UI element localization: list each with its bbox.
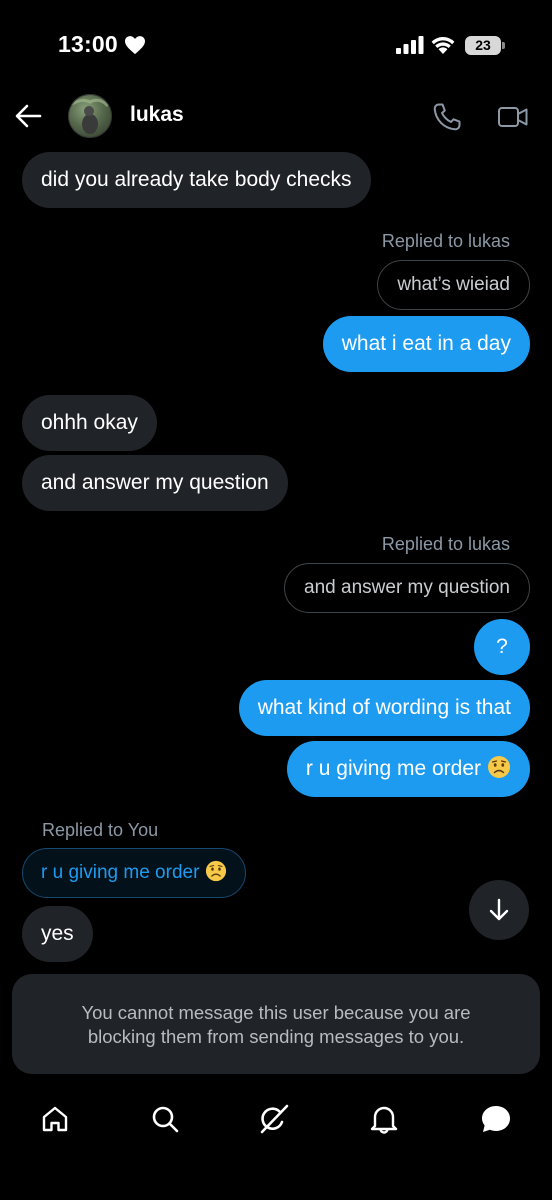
incoming-message[interactable]: did you already take body checks xyxy=(22,152,371,208)
message-thread[interactable]: did you already take body checks Replied… xyxy=(0,150,552,968)
video-call-icon[interactable] xyxy=(497,104,529,130)
worried-face-emoji xyxy=(488,756,510,779)
status-bar: 13:00 23 xyxy=(0,0,552,90)
notifications-icon[interactable] xyxy=(369,1103,399,1135)
reply-label: Replied to lukas xyxy=(381,534,510,554)
incoming-message[interactable]: ohhh okay xyxy=(22,395,157,451)
heart-icon xyxy=(125,36,145,55)
blocked-notice-line-2: blocking them from sending messages to y… xyxy=(87,1026,465,1047)
quoted-message[interactable]: what’s wieiad xyxy=(377,260,530,310)
bottom-tab-bar xyxy=(0,1090,552,1150)
outgoing-message[interactable]: what i eat in a day xyxy=(322,316,530,372)
quoted-message[interactable]: r u giving me order xyxy=(22,848,247,898)
home-icon[interactable] xyxy=(40,1104,70,1134)
message-text: r u giving me order xyxy=(305,757,481,780)
outgoing-message[interactable]: r u giving me order xyxy=(286,741,530,797)
messages-icon[interactable] xyxy=(479,1103,513,1135)
phone-icon[interactable] xyxy=(432,102,462,132)
battery-icon: 23 xyxy=(465,36,505,55)
search-icon[interactable] xyxy=(150,1104,180,1134)
wifi-icon xyxy=(431,37,455,54)
outgoing-message[interactable]: what kind of wording is that xyxy=(238,680,530,736)
blocked-notice: You cannot message this user because you… xyxy=(12,974,540,1074)
reply-label: Replied to lukas xyxy=(381,231,510,251)
arrow-down-icon xyxy=(489,898,509,921)
reply-label: Replied to You xyxy=(42,820,159,840)
conversation-header: lukas xyxy=(0,88,552,146)
outgoing-message[interactable]: ? xyxy=(474,619,530,675)
incoming-message[interactable]: yes xyxy=(22,906,93,962)
incoming-message[interactable]: and answer my question xyxy=(22,455,288,511)
worried-face-emoji xyxy=(206,860,227,882)
grok-icon[interactable] xyxy=(258,1103,290,1135)
scroll-to-bottom-button[interactable] xyxy=(469,880,529,940)
back-arrow-icon[interactable] xyxy=(14,103,42,129)
contact-name[interactable]: lukas xyxy=(130,103,184,127)
status-time: 13:00 xyxy=(58,31,118,57)
signal-icon xyxy=(396,36,424,54)
battery-level: 23 xyxy=(465,36,501,55)
blocked-notice-line-1: You cannot message this user because you… xyxy=(81,1002,471,1023)
quoted-message[interactable]: and answer my question xyxy=(284,563,530,613)
quoted-text: r u giving me order xyxy=(41,862,200,883)
